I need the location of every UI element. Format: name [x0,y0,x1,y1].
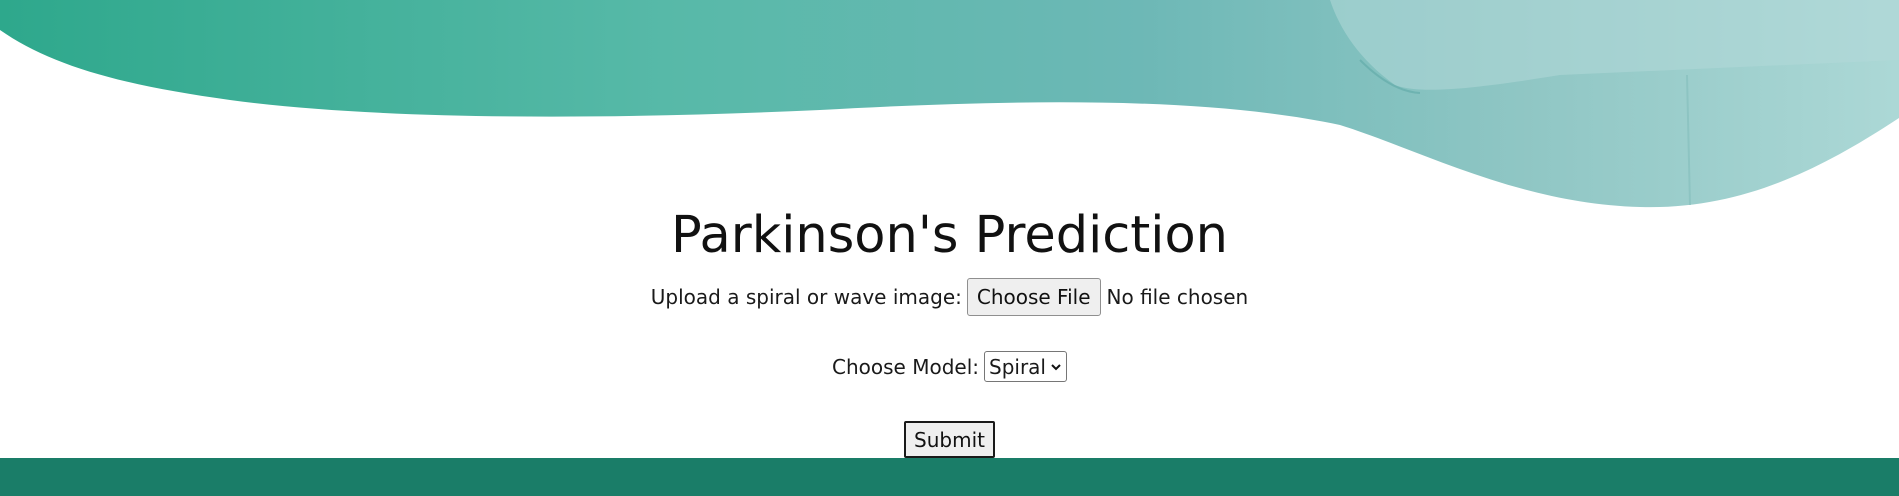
file-status-text: No file chosen [1106,285,1249,309]
upload-row: Upload a spiral or wave image: Choose Fi… [0,278,1899,316]
submit-button[interactable]: Submit [904,421,995,458]
model-row: Choose Model: Spiral [0,351,1899,382]
page-title: Parkinson's Prediction [671,206,1228,265]
submit-row: Submit [0,421,1899,458]
upload-label: Upload a spiral or wave image: [650,285,962,309]
footer-bar [0,458,1899,496]
hero-banner-image [0,0,1899,208]
chevron-down-icon [1051,363,1061,370]
page: Parkinson's Prediction Upload a spiral o… [0,0,1899,496]
choose-file-button[interactable]: Choose File [966,278,1101,316]
model-label: Choose Model: [832,354,979,379]
model-select-value: Spiral [989,354,1046,379]
model-select[interactable]: Spiral [984,351,1067,382]
